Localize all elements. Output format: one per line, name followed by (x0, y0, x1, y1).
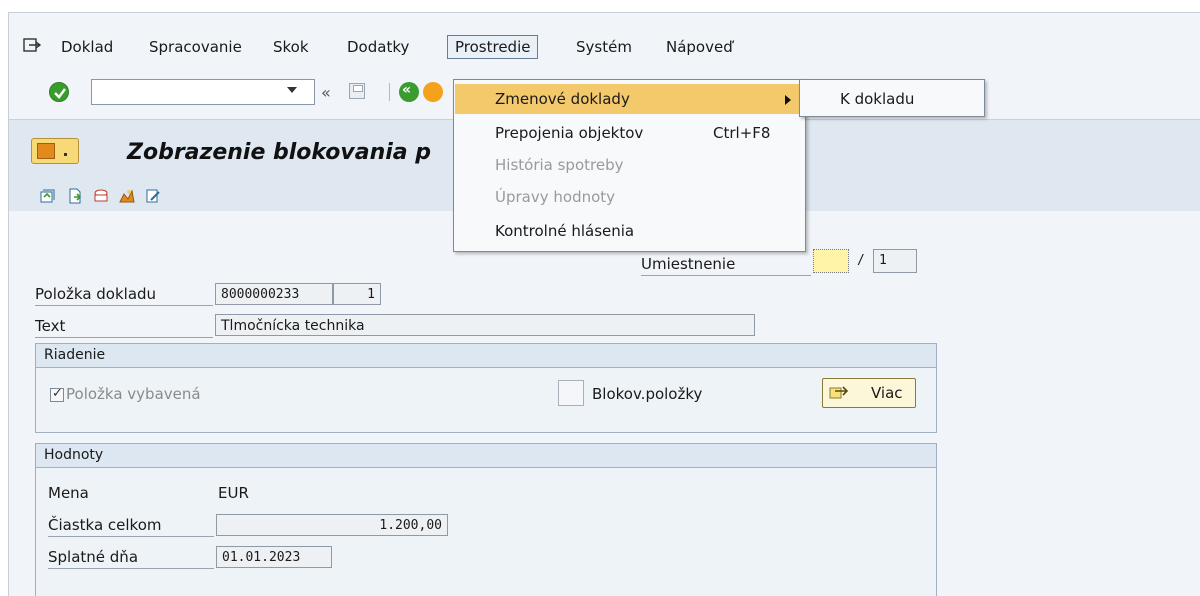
menu-item-label: Kontrolné hlásenia (495, 222, 635, 240)
blokov-polozky-label: Blokov.položky (592, 385, 703, 403)
menu-item-kontrolne-hlasenia[interactable]: Kontrolné hlásenia (455, 216, 804, 246)
submenu-item-k-dokladu[interactable]: K dokladu (840, 90, 914, 108)
menu-item-label: Úpravy hodnoty (495, 188, 616, 206)
hodnoty-group: Hodnoty Mena EUR Čiastka celkom 1.200,00… (35, 443, 937, 596)
command-field[interactable] (91, 79, 315, 105)
viac-label: Viac (871, 384, 903, 402)
back-icon[interactable]: « (399, 82, 419, 102)
page-title: Zobrazenie blokovania p (127, 140, 432, 165)
polozka-dokladu-label: Položka dokladu (35, 285, 157, 303)
chevron-down-icon[interactable] (287, 87, 297, 93)
polozka-vybavena-checkbox[interactable] (50, 386, 64, 402)
back-history-icon[interactable]: « (321, 83, 331, 102)
document-item-field: 1 (333, 283, 381, 305)
ciastka-underline (48, 536, 214, 537)
edit-icon[interactable] (145, 188, 161, 204)
submenu-arrow-icon (785, 95, 791, 105)
more-details-icon (829, 386, 849, 399)
services-icon (37, 143, 55, 159)
mena-label: Mena (48, 484, 89, 502)
confirm-icon[interactable] (49, 82, 69, 102)
menu-item-prepojenia-objektov[interactable]: Prepojenia objektov Ctrl+F8 (455, 118, 804, 148)
save-icon[interactable] (349, 83, 365, 99)
splatne-underline (48, 568, 214, 569)
riadenie-group: Riadenie Položka vybavená Blokov.položky… (35, 343, 937, 433)
services-menu-button[interactable] (31, 138, 79, 164)
umiestnenie-separator: / (857, 253, 865, 268)
sap-window: Doklad Spracovanie Skok Dodatky Prostred… (8, 12, 1200, 596)
menu-prostredie[interactable]: Prostredie (447, 35, 539, 59)
menu-bar: Doklad Spracovanie Skok Dodatky Prostred… (9, 33, 1200, 61)
dropdown-marker-icon (64, 153, 67, 156)
blokov-polozky-checkbox[interactable] (558, 380, 584, 406)
menu-dodatky[interactable]: Dodatky (347, 38, 409, 56)
menu-item-upravy-hodnoty: Úpravy hodnoty (455, 182, 804, 212)
menu-item-label: História spotreby (495, 156, 624, 174)
exit-icon[interactable] (423, 82, 443, 102)
menu-exit-icon[interactable] (23, 37, 41, 53)
zmenove-doklady-submenu: K dokladu (799, 79, 985, 117)
menu-item-label: Prepojenia objektov (495, 124, 644, 142)
text-label: Text (35, 317, 66, 335)
splatne-dna-label: Splatné dňa (48, 548, 139, 566)
refresh-icon[interactable] (39, 188, 55, 204)
text-field: Tlmočnícka technika (215, 314, 755, 336)
polozka-vybavena-label: Položka vybavená (66, 385, 201, 403)
prostredie-dropdown: Zmenové doklady Prepojenia objektov Ctrl… (453, 79, 806, 252)
toolbar-separator (389, 83, 390, 101)
menu-item-shortcut: Ctrl+F8 (713, 124, 771, 142)
chart-icon[interactable] (119, 188, 135, 204)
splatne-dna-field: 01.01.2023 (216, 546, 332, 568)
print-icon[interactable] (93, 188, 109, 204)
menu-system[interactable]: Systém (576, 38, 632, 56)
umiestnenie-underline (641, 275, 811, 276)
menu-doklad[interactable]: Doklad (61, 38, 113, 56)
mena-value: EUR (218, 484, 249, 502)
document-icon[interactable] (67, 188, 83, 204)
umiestnenie-total-field: 1 (873, 249, 917, 273)
ciastka-celkom-label: Čiastka celkom (48, 516, 162, 534)
umiestnenie-input[interactable] (813, 249, 849, 273)
text-underline (35, 337, 213, 338)
polozka-underline (35, 305, 213, 306)
riadenie-heading: Riadenie (36, 344, 936, 368)
menu-item-zmenove-doklady[interactable]: Zmenové doklady (455, 84, 804, 114)
document-number-field: 8000000233 (215, 283, 333, 305)
hodnoty-heading: Hodnoty (36, 444, 936, 468)
menu-napoved[interactable]: Nápoveď (666, 38, 733, 56)
umiestnenie-label: Umiestnenie (641, 255, 736, 273)
menu-spracovanie[interactable]: Spracovanie (149, 38, 242, 56)
menu-item-label: Zmenové doklady (495, 90, 630, 108)
viac-button[interactable]: Viac (822, 378, 916, 408)
ciastka-celkom-field: 1.200,00 (216, 514, 448, 536)
menu-item-historia-spotreby: História spotreby (455, 150, 804, 180)
menu-skok[interactable]: Skok (273, 38, 309, 56)
